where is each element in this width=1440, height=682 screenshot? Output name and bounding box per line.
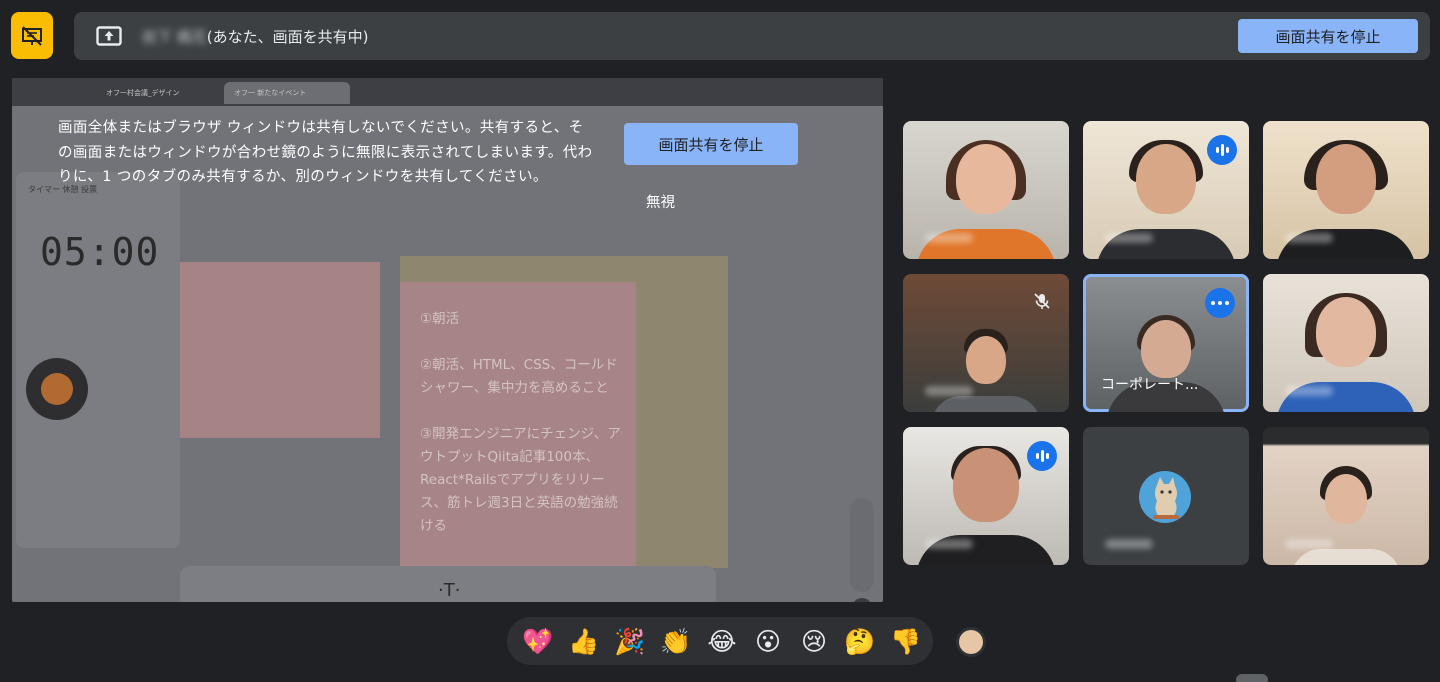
speaking-indicator-icon <box>1027 441 1057 471</box>
vinyl-record-icon <box>26 358 88 420</box>
reaction-surprised-button[interactable]: 😮 <box>745 621 791 661</box>
infinite-mirror-warning: 画面全体またはブラウザ ウィンドウは共有しないでください。共有すると、その画面ま… <box>58 120 593 185</box>
participant-tile-camera-off[interactable] <box>1083 427 1249 565</box>
sticky-note-text: ①朝活 ②朝活、HTML、CSS、コールドシャワー、集中力を高めること ③開発エ… <box>420 311 621 534</box>
timer-display: 05:00 <box>40 230 160 274</box>
participant-avatar <box>1139 471 1191 523</box>
participant-tile[interactable] <box>1083 121 1249 259</box>
participant-count-chip <box>1236 674 1268 682</box>
present-to-all-icon <box>94 25 124 47</box>
warning-stop-sharing-button[interactable]: 画面共有を停止 <box>624 123 798 165</box>
help-icon: ? <box>852 598 872 602</box>
share-status: (あなた、画面を共有中) <box>206 27 369 46</box>
share-status-text: 岩下 楓花(あなた、画面を共有中) <box>142 26 369 47</box>
participant-tile[interactable] <box>1263 274 1429 412</box>
ignore-warning-button[interactable]: 無視 <box>646 191 675 212</box>
participant-tile[interactable] <box>1263 427 1429 565</box>
participant-tile[interactable] <box>903 121 1069 259</box>
participant-tile[interactable] <box>903 274 1069 412</box>
text-tool-icon: ·T· <box>438 580 461 601</box>
reaction-party-button[interactable]: 🎉 <box>607 621 653 661</box>
participant-tile[interactable] <box>1263 121 1429 259</box>
participant-tile[interactable] <box>903 427 1069 565</box>
stop-sharing-button[interactable]: 画面共有を停止 <box>1238 19 1418 53</box>
browser-tab: オフ一 新たなイベント <box>224 82 350 104</box>
participant-name: コーポレート... <box>1101 377 1199 393</box>
reaction-heart-button[interactable]: 💖 <box>515 621 561 661</box>
skin-tone-swatch <box>959 630 983 654</box>
reaction-clap-button[interactable]: 👏 <box>653 621 699 661</box>
meet-screen: 岩下 楓花(あなた、画面を共有中) 画面共有を停止 オフ一村会議_デザイン オフ… <box>0 0 1440 682</box>
presenter-name: 岩下 楓花 <box>142 27 207 46</box>
skin-tone-selector-button[interactable] <box>956 627 986 657</box>
screen-share-status-bar: 岩下 楓花(あなた、画面を共有中) 画面共有を停止 <box>74 12 1430 60</box>
browser-tab: オフ一村会議_デザイン <box>106 89 180 97</box>
zoom-controls <box>850 498 874 592</box>
reaction-thinking-button[interactable]: 🤔 <box>837 621 883 661</box>
reaction-sad-button[interactable]: 😢 <box>791 621 837 661</box>
more-options-icon[interactable] <box>1205 288 1235 318</box>
reaction-thumbs-down-button[interactable]: 👎 <box>883 621 929 661</box>
participant-tile-active[interactable]: コーポレート... <box>1083 274 1249 412</box>
microphone-off-icon <box>1033 292 1051 314</box>
speaking-indicator-icon <box>1207 135 1237 165</box>
timer-panel <box>16 172 180 548</box>
reaction-laugh-button[interactable]: 😂 <box>699 621 745 661</box>
browser-tab-strip: オフ一村会議_デザイン オフ一 新たなイベント <box>12 78 883 106</box>
reactions-bar: 💖 👍 🎉 👏 😂 😮 😢 🤔 👎 <box>507 617 933 665</box>
sticky-note <box>180 262 380 438</box>
presentation-off-icon[interactable] <box>11 12 53 59</box>
reaction-thumbs-up-button[interactable]: 👍 <box>561 621 607 661</box>
